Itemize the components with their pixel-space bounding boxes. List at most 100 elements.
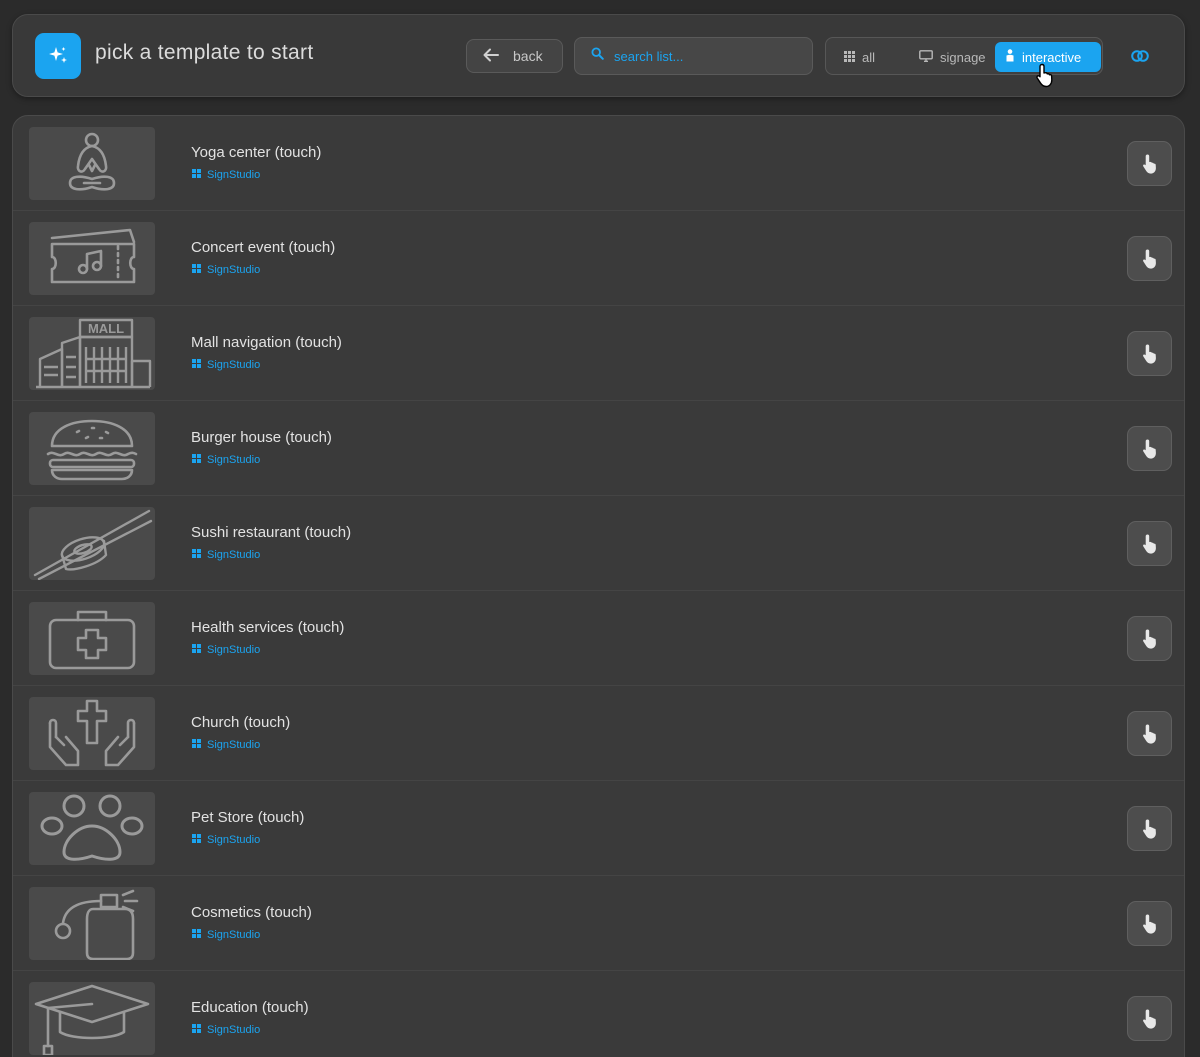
windows-icon	[192, 929, 201, 941]
template-list: Yoga center (touch) SignStudio Concert e…	[12, 115, 1185, 1057]
template-title: Education (touch)	[191, 999, 309, 1016]
template-source: SignStudio	[192, 1024, 260, 1036]
template-source-label: SignStudio	[207, 359, 261, 371]
template-row[interactable]: Pet Store (touch) SignStudio	[13, 781, 1184, 876]
touch-hand-icon	[1142, 914, 1156, 934]
mall-sign-text: MALL	[88, 321, 124, 336]
touch-hand-icon	[1142, 249, 1156, 269]
template-source: SignStudio	[192, 549, 260, 561]
search-icon	[591, 47, 604, 65]
page-title: pick a template to start	[95, 41, 314, 64]
search-input[interactable]	[614, 48, 794, 64]
template-source: SignStudio	[192, 169, 260, 181]
template-row[interactable]: Cosmetics (touch) SignStudio	[13, 876, 1184, 971]
back-label: back	[513, 48, 543, 64]
touch-button[interactable]	[1127, 521, 1172, 566]
touch-hand-icon	[1142, 534, 1156, 554]
template-row[interactable]: Yoga center (touch) SignStudio	[13, 116, 1184, 211]
burger-icon	[29, 412, 155, 485]
template-row[interactable]: Sushi restaurant (touch) SignStudio	[13, 496, 1184, 591]
template-source: SignStudio	[192, 929, 260, 941]
template-source-label: SignStudio	[207, 549, 261, 561]
template-source: SignStudio	[192, 264, 260, 276]
touch-button[interactable]	[1127, 996, 1172, 1041]
filter-all-button[interactable]: all	[834, 42, 885, 72]
touch-button[interactable]	[1127, 331, 1172, 376]
template-source: SignStudio	[192, 834, 260, 846]
template-row[interactable]: Education (touch) SignStudio	[13, 971, 1184, 1057]
template-title: Concert event (touch)	[191, 239, 336, 256]
touch-button[interactable]	[1127, 901, 1172, 946]
template-source: SignStudio	[192, 454, 260, 466]
windows-icon	[192, 834, 201, 846]
touch-button[interactable]	[1127, 426, 1172, 471]
template-title: Mall navigation (touch)	[191, 334, 342, 351]
windows-icon	[192, 359, 201, 371]
filter-interactive-button[interactable]: interactive	[995, 42, 1101, 72]
filter-all-label: all	[862, 49, 876, 65]
template-title: Church (touch)	[191, 714, 291, 731]
touch-hand-icon	[1142, 154, 1156, 174]
template-row[interactable]: Church (touch) SignStudio	[13, 686, 1184, 781]
filter-toggle-group: all signage interactive	[825, 37, 1103, 75]
touch-button[interactable]	[1127, 806, 1172, 851]
windows-icon	[192, 549, 201, 561]
template-source-label: SignStudio	[207, 739, 261, 751]
template-row[interactable]: Burger house (touch) SignStudio	[13, 401, 1184, 496]
touch-button[interactable]	[1127, 711, 1172, 756]
touch-hand-icon	[1142, 1009, 1156, 1029]
template-title: Yoga center (touch)	[191, 144, 322, 161]
filter-interactive-label: interactive	[1022, 49, 1082, 65]
search-box	[574, 37, 813, 75]
sushi-icon	[29, 507, 155, 580]
perfume-icon	[29, 887, 155, 960]
touch-person-icon	[1005, 49, 1015, 65]
template-row[interactable]: Concert event (touch) SignStudio	[13, 211, 1184, 306]
windows-icon	[192, 1024, 201, 1036]
medical-kit-icon	[29, 602, 155, 675]
yoga-icon	[29, 127, 155, 200]
link-rings-icon[interactable]	[1129, 47, 1151, 65]
template-source-label: SignStudio	[207, 834, 261, 846]
monitor-icon	[919, 49, 933, 65]
paw-icon	[29, 792, 155, 865]
template-source-label: SignStudio	[207, 169, 261, 181]
church-hands-icon	[29, 697, 155, 770]
windows-icon	[192, 644, 201, 656]
filter-signage-button[interactable]: signage	[909, 42, 996, 72]
header-bar: pick a template to start back search lis…	[12, 14, 1185, 97]
template-source: SignStudio	[192, 359, 260, 371]
windows-icon	[192, 264, 201, 276]
template-row[interactable]: MALL Mall navigation (touch) SignStudio	[13, 306, 1184, 401]
template-source-label: SignStudio	[207, 644, 261, 656]
back-button[interactable]: back	[466, 39, 563, 73]
touch-hand-icon	[1142, 724, 1156, 744]
touch-button[interactable]	[1127, 616, 1172, 661]
touch-button[interactable]	[1127, 141, 1172, 186]
windows-icon	[192, 169, 201, 181]
sparkles-icon	[35, 33, 81, 79]
template-source-label: SignStudio	[207, 454, 261, 466]
template-source-label: SignStudio	[207, 929, 261, 941]
template-title: Burger house (touch)	[191, 429, 332, 446]
template-title: Sushi restaurant (touch)	[191, 524, 352, 541]
mall-icon: MALL	[29, 317, 155, 390]
template-source-label: SignStudio	[207, 1024, 261, 1036]
template-source-label: SignStudio	[207, 264, 261, 276]
grid-icon	[844, 50, 855, 65]
windows-icon	[192, 454, 201, 466]
template-source: SignStudio	[192, 644, 260, 656]
arrow-left-icon	[483, 48, 499, 65]
template-title: Cosmetics (touch)	[191, 904, 312, 921]
template-source: SignStudio	[192, 739, 260, 751]
ticket-music-icon	[29, 222, 155, 295]
template-title: Health services (touch)	[191, 619, 345, 636]
touch-hand-icon	[1142, 819, 1156, 839]
template-title: Pet Store (touch)	[191, 809, 305, 826]
template-row[interactable]: Health services (touch) SignStudio	[13, 591, 1184, 686]
touch-button[interactable]	[1127, 236, 1172, 281]
touch-hand-icon	[1142, 629, 1156, 649]
filter-signage-label: signage	[940, 49, 986, 65]
touch-hand-icon	[1142, 439, 1156, 459]
windows-icon	[192, 739, 201, 751]
